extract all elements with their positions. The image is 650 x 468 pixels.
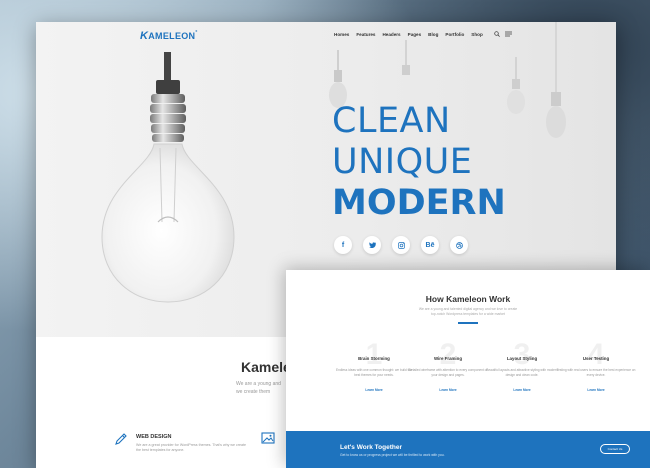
main-menu: Homes Features Headers Pages Blog Portfo…: [334, 32, 483, 37]
dribbble-icon[interactable]: [450, 236, 468, 254]
pencil-icon: [115, 433, 127, 445]
service-web-design: WEB DESIGN We are a great provider for W…: [114, 432, 246, 454]
hamburger-menu-icon[interactable]: [505, 31, 512, 37]
service-description: We are a great provider for WordPress th…: [136, 443, 246, 453]
menu-item-features[interactable]: Features: [356, 32, 375, 37]
menu-item-pages[interactable]: Pages: [408, 32, 422, 37]
service-item: [261, 432, 275, 444]
image-icon: [261, 432, 275, 444]
how-title: How Kameleon Work: [425, 294, 511, 304]
cta-description: Get to know us or progress project we wi…: [340, 453, 445, 457]
step-item: 4 User Testing Testing with real users t…: [556, 338, 636, 392]
lightbulb-illustration: [101, 52, 235, 303]
step-number: 4: [587, 338, 605, 371]
hero-headline: CLEAN UNIQUE MODERN: [332, 104, 506, 221]
step-title: Wire Framing: [433, 356, 463, 361]
instagram-icon[interactable]: [392, 236, 410, 254]
behance-icon[interactable]: Bē: [421, 236, 439, 254]
cta-title: Let's Work Together: [340, 444, 402, 451]
step-description: Endless ideas with one common thought: w…: [335, 368, 412, 378]
step-title: Layout Styling: [506, 356, 538, 361]
learn-more-link[interactable]: Learn More: [334, 388, 414, 392]
how-subtitle: We are a young and talented digital agen…: [418, 307, 518, 317]
top-navigation: KAMELEON° Homes Features Headers Pages B…: [36, 22, 616, 50]
menu-item-shop[interactable]: Shop: [471, 32, 482, 37]
about-title: Kamele: [241, 359, 291, 375]
step-description: Testing with real users to ensure the be…: [556, 368, 636, 378]
social-links: f Bē: [334, 236, 468, 254]
step-item: 2 Wire Framing Detailed wireframe with a…: [408, 338, 488, 392]
headline-line-2: UNIQUE: [332, 142, 473, 182]
menu-item-headers[interactable]: Headers: [382, 32, 400, 37]
learn-more-link[interactable]: Learn More: [482, 388, 562, 392]
step-item: 1 Brain Storming Endless ideas with one …: [334, 338, 414, 392]
step-title: User Testing: [582, 356, 610, 361]
learn-more-link[interactable]: Learn More: [408, 388, 488, 392]
logo-mark: K: [140, 30, 149, 42]
step-number: 1: [365, 338, 383, 371]
learn-more-link[interactable]: Learn More: [556, 388, 636, 392]
logo-trademark: °: [195, 30, 198, 36]
headline-line-3: MODERN: [332, 183, 506, 223]
step-description: Beautiful layouts and attractive styling…: [486, 368, 558, 378]
headline-line-1: CLEAN: [332, 101, 451, 141]
title-underline: [458, 322, 478, 324]
step-title: Brain Storming: [358, 356, 390, 361]
twitter-icon[interactable]: [363, 236, 381, 254]
step-item: 3 Layout Styling Beautiful layouts and a…: [482, 338, 562, 392]
step-description: Detailed wireframe with attention to eve…: [408, 368, 488, 378]
background-bulb-icon: [507, 57, 525, 114]
logo-text: AMELEON: [148, 31, 196, 41]
step-number: 2: [439, 338, 457, 371]
service-title: WEB DESIGN: [136, 434, 172, 440]
menu-item-homes[interactable]: Homes: [334, 32, 349, 37]
contact-us-button[interactable]: Contact Us: [600, 444, 630, 454]
cta-banner: Let's Work Together Get to know us or pr…: [286, 431, 650, 468]
search-icon[interactable]: [494, 31, 500, 37]
site-logo[interactable]: KAMELEON°: [140, 30, 198, 42]
menu-item-blog[interactable]: Blog: [428, 32, 438, 37]
step-number: 3: [513, 338, 531, 371]
menu-item-portfolio[interactable]: Portfolio: [445, 32, 464, 37]
facebook-icon[interactable]: f: [334, 236, 352, 254]
how-it-works-preview: How Kameleon Work We are a young and tal…: [286, 270, 650, 468]
